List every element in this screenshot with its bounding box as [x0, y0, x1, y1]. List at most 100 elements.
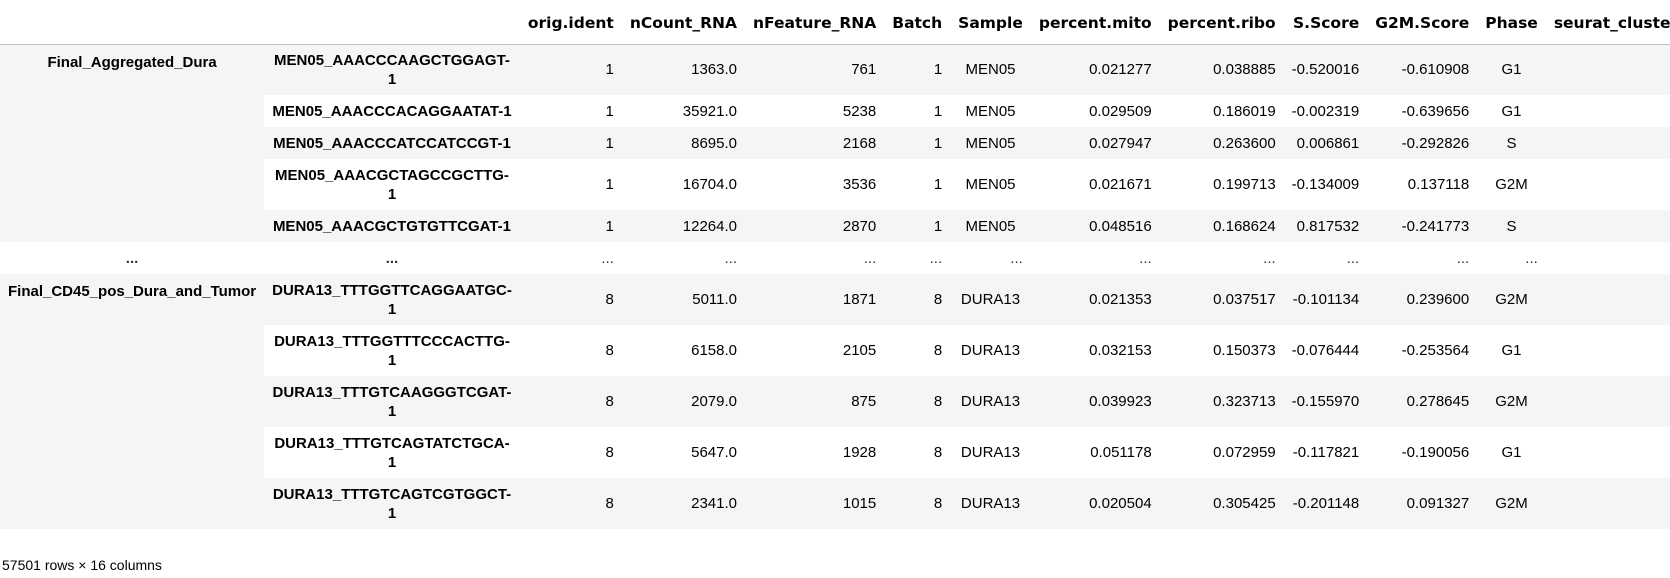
table-cell: 8 — [605, 342, 614, 359]
group-index-label: Final_CD45_pos_Dura_and_Tumor — [0, 274, 265, 529]
table-cell: MEN05 — [950, 210, 1031, 242]
table-cell: 0.263600 — [1159, 127, 1284, 159]
table-cell: 8 — [884, 274, 951, 325]
table-cell: -0.520016 — [1283, 44, 1368, 95]
table-cell: 1015 — [745, 478, 885, 529]
table-cell: MEN05 — [950, 127, 1031, 159]
table-cell: G1 — [1501, 102, 1522, 120]
table-cell: 1 — [933, 176, 943, 193]
table-cell: 35921.0 — [682, 102, 738, 120]
cell-barcode-index: MEN05_AAACGCTAGCCGCTTG-1 — [275, 166, 509, 203]
table-cell: 0.027947 — [1030, 127, 1160, 159]
table-cell: -0.134009 — [1291, 176, 1360, 193]
table-cell: 8 — [519, 274, 622, 325]
table-cell: 0.006861 — [1283, 127, 1368, 159]
table-cell: 13 — [1546, 159, 1670, 210]
table-cell: 4 — [1545, 127, 1670, 159]
table-cell: -0.292826 — [1367, 127, 1478, 159]
table-row: Final_Aggregated_Dura MEN05_AAACCCAAGCTGG… — [0, 44, 1670, 242]
table-cell: 1928 — [842, 444, 877, 461]
table-cell: 2079.0 — [621, 376, 746, 427]
ellipsis-cell: ... — [1139, 249, 1152, 267]
ellipsis-cell: ... — [385, 249, 399, 267]
ellipsis-cell: ... — [1010, 249, 1023, 267]
ellipsis-cell: ... — [1456, 249, 1470, 267]
table-cell: DURA13 — [950, 274, 1031, 325]
table-cell: 8695.0 — [621, 127, 746, 159]
dataframe-output: orig.ident nCount_RNA nFeature_RNA Batch… — [0, 0, 1670, 578]
column-header: nFeature_RNA — [753, 13, 877, 32]
table-cell: 0.051178 — [1090, 444, 1152, 461]
cell-barcode-index: MEN05_AAACCCACAGGAATAT-1 — [272, 102, 512, 120]
table-cell: -0.117821 — [1292, 444, 1360, 461]
table-cell: 8 — [519, 478, 622, 529]
table-cell: 0.072959 — [1213, 444, 1276, 461]
column-header: S.Score — [1293, 13, 1360, 32]
column-header: nCount_RNA — [629, 13, 738, 32]
table-cell: MEN05 — [950, 44, 1031, 95]
ellipsis-cell: ... — [863, 249, 877, 267]
table-cell: -0.241773 — [1367, 210, 1478, 242]
cell-barcode-index: MEN05_AAACCCATCCATCCGT-1 — [264, 127, 520, 159]
table-cell: 0.032153 — [1089, 342, 1152, 359]
table-cell: 0.323713 — [1159, 376, 1284, 427]
table-cell: G2M — [1477, 274, 1546, 325]
table-cell: 8 — [884, 376, 951, 427]
cell-barcode-index: DURA13_TTTGTCAGTATCTGCA-1 — [274, 434, 510, 471]
column-header: Phase — [1485, 13, 1538, 32]
ellipsis-cell: ... — [929, 249, 943, 267]
table-cell: 2105 — [842, 342, 877, 359]
table-cell: 16704.0 — [682, 176, 738, 193]
table-cell: 0.021353 — [1030, 274, 1160, 325]
table-cell: DURA13 — [960, 342, 1021, 359]
table-cell: 8 — [933, 444, 943, 461]
table-cell: MEN05 — [965, 102, 1016, 120]
table-cell: 1 — [519, 44, 622, 95]
column-header: G2M.Score — [1375, 13, 1470, 32]
table-cell: -0.639656 — [1401, 102, 1470, 120]
ellipsis-cell: ... — [1263, 249, 1276, 267]
table-cell: -0.002319 — [1291, 102, 1360, 120]
table-cell: G1 — [1477, 44, 1546, 95]
table-cell: 0.021671 — [1089, 176, 1152, 193]
table-cell: 0.186019 — [1213, 102, 1276, 120]
table-cell: 1 — [884, 210, 951, 242]
cell-barcode-index: DURA13_TTTGTCAAGGGTCGAT-1 — [264, 376, 520, 427]
table-cell: 2341.0 — [621, 478, 746, 529]
table-cell: 0.305425 — [1159, 478, 1284, 529]
ellipsis-cell: ... — [1346, 249, 1360, 267]
table-cell: 17 — [1546, 427, 1670, 478]
table-cell: 2168 — [745, 127, 885, 159]
table-cell: 0.199713 — [1213, 176, 1276, 193]
table-cell: -0.076444 — [1291, 342, 1360, 359]
ellipsis-cell: ... — [1525, 249, 1538, 267]
table-cell: 12264.0 — [621, 210, 746, 242]
table-cell: 1 — [519, 127, 622, 159]
table-cell: S — [1477, 127, 1546, 159]
table-cell: 0.038885 — [1159, 44, 1284, 95]
dataframe-table: orig.ident nCount_RNA nFeature_RNA Batch… — [0, 2, 1670, 529]
table-cell: 7 — [1545, 478, 1670, 529]
ellipsis-cell: ... — [724, 249, 738, 267]
table-cell: -0.201148 — [1283, 478, 1368, 529]
table-cell: 8 — [933, 342, 943, 359]
table-cell: 1 — [884, 127, 951, 159]
column-header: percent.mito — [1038, 13, 1152, 32]
table-cell: 0.029509 — [1089, 102, 1152, 120]
table-cell: -0.190056 — [1401, 444, 1470, 461]
group-index-label: Final_Aggregated_Dura — [0, 44, 265, 242]
column-header: percent.ribo — [1167, 13, 1276, 32]
table-cell: 6158.0 — [691, 342, 738, 359]
table-cell: 1 — [605, 102, 614, 120]
table-cell: G2M — [1477, 376, 1546, 427]
index-header-level1 — [264, 2, 520, 44]
table-cell: 0.048516 — [1030, 210, 1160, 242]
table-cell: S — [1477, 210, 1546, 242]
table-cell: 0.137118 — [1407, 176, 1470, 193]
column-header: Sample — [958, 13, 1023, 32]
table-cell: 0.039923 — [1030, 376, 1160, 427]
column-header: seurat_clusters — [1553, 13, 1670, 32]
table-cell: -0.610908 — [1367, 44, 1478, 95]
table-cell: 0.037517 — [1159, 274, 1284, 325]
column-header: Batch — [892, 13, 943, 32]
